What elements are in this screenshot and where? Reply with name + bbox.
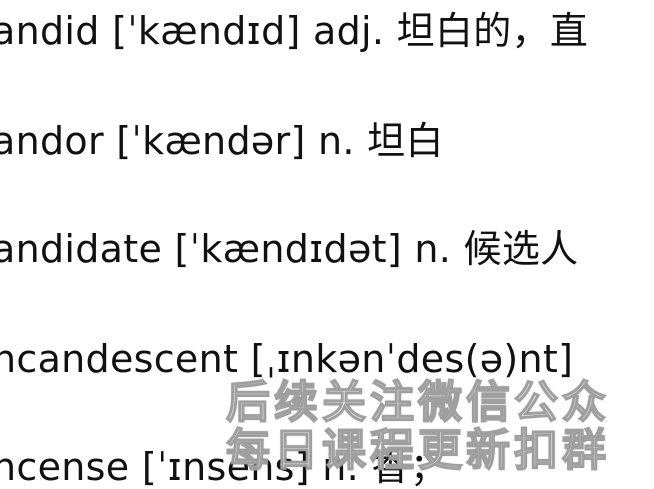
entry-phonetic: [ˈkændɪdət] — [174, 227, 402, 271]
entry-phonetic: [ˈkændər] — [116, 119, 306, 163]
entry-meaning: 坦白的，直 — [396, 9, 589, 53]
entry-word: ncense — [0, 445, 130, 489]
entry-part-of-speech: n. — [414, 227, 452, 271]
entry-part-of-speech: n. — [317, 119, 355, 163]
entry-part-of-speech: adj. — [313, 9, 385, 53]
entry-phonetic: [ˈkændɪd] — [112, 9, 301, 53]
entry-word: andidate — [0, 227, 163, 271]
entry-word: andid — [0, 9, 100, 53]
watermark-line-2: 每日课程更新扣群 — [225, 424, 610, 477]
entry-meaning: 候选人 — [463, 227, 579, 271]
vocab-entry: andor [ˈkændər] n. 坦白 — [0, 122, 444, 160]
vocab-entry: andidate [ˈkændɪdət] n. 候选人 — [0, 230, 578, 268]
entry-word: andor — [0, 119, 104, 163]
vocab-entry: andid [ˈkændɪd] adj. 坦白的，直 — [0, 12, 588, 50]
entry-word: ncandescent — [0, 337, 239, 381]
entry-meaning: 坦白 — [367, 119, 444, 163]
